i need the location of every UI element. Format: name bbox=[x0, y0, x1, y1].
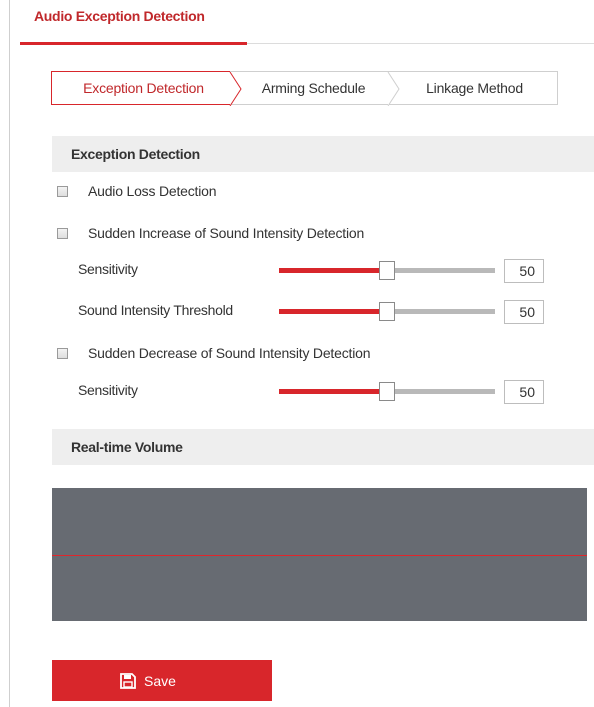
step-linkage-method[interactable]: Linkage Method bbox=[392, 72, 557, 104]
decrease-sensitivity-value[interactable]: 50 bbox=[504, 380, 544, 404]
sudden-increase-row: Sudden Increase of Sound Intensity Detec… bbox=[56, 223, 364, 243]
sudden-decrease-row: Sudden Decrease of Sound Intensity Detec… bbox=[56, 343, 370, 363]
step-arming-schedule[interactable]: Arming Schedule bbox=[235, 72, 392, 104]
decrease-sensitivity-label: Sensitivity bbox=[78, 382, 138, 398]
tab-bar-divider bbox=[247, 43, 594, 44]
step-separator-icon bbox=[387, 72, 400, 106]
tab-audio-exception-detection[interactable]: Audio Exception Detection bbox=[22, 0, 219, 44]
volume-threshold-line bbox=[52, 554, 587, 556]
threshold-label: Sound Intensity Threshold bbox=[78, 302, 233, 318]
left-border bbox=[9, 0, 10, 707]
decrease-sensitivity-row: Sensitivity 50 bbox=[78, 380, 548, 404]
section-header-exception-detection: Exception Detection bbox=[52, 136, 594, 172]
slider-fill bbox=[279, 268, 387, 273]
slider-thumb[interactable] bbox=[379, 382, 395, 401]
slider-thumb[interactable] bbox=[379, 261, 395, 280]
audio-loss-label: Audio Loss Detection bbox=[88, 183, 217, 199]
sudden-decrease-checkbox[interactable] bbox=[57, 347, 68, 359]
audio-loss-row: Audio Loss Detection bbox=[56, 181, 217, 201]
active-tab-underline bbox=[20, 42, 247, 45]
decrease-sensitivity-slider[interactable] bbox=[279, 382, 495, 401]
realtime-volume-meter bbox=[52, 488, 587, 621]
step-navigation: Exception Detection Arming Schedule Link… bbox=[51, 71, 558, 106]
increase-sensitivity-label: Sensitivity bbox=[78, 261, 138, 277]
sudden-increase-label: Sudden Increase of Sound Intensity Detec… bbox=[88, 225, 365, 241]
increase-sensitivity-row: Sensitivity 50 bbox=[78, 259, 548, 283]
sudden-increase-checkbox[interactable] bbox=[57, 227, 68, 239]
slider-fill bbox=[279, 309, 387, 314]
slider-thumb[interactable] bbox=[379, 302, 395, 321]
increase-sensitivity-value[interactable]: 50 bbox=[504, 259, 544, 283]
step-exception-detection[interactable]: Exception Detection bbox=[52, 72, 235, 104]
threshold-slider[interactable] bbox=[279, 302, 495, 321]
save-icon bbox=[120, 672, 136, 689]
threshold-row: Sound Intensity Threshold 50 bbox=[78, 300, 548, 324]
audio-loss-checkbox[interactable] bbox=[57, 185, 68, 197]
section-header-realtime-volume: Real-time Volume bbox=[52, 429, 594, 465]
sudden-decrease-label: Sudden Decrease of Sound Intensity Detec… bbox=[88, 345, 371, 361]
slider-fill bbox=[279, 389, 387, 394]
increase-sensitivity-slider[interactable] bbox=[279, 261, 495, 280]
threshold-value[interactable]: 50 bbox=[504, 300, 544, 324]
save-button-label: Save bbox=[144, 672, 176, 689]
step-separator-icon bbox=[229, 72, 242, 106]
save-button[interactable]: Save bbox=[52, 660, 272, 701]
